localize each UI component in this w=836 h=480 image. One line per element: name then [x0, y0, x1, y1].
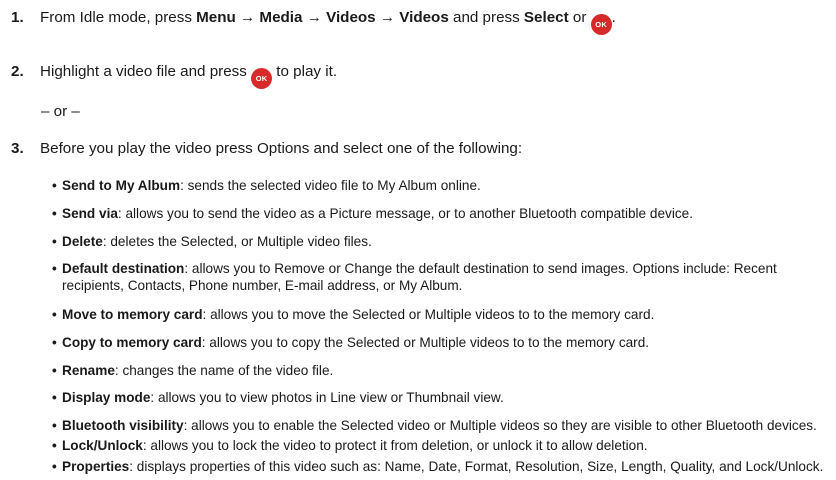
option-desc: : allows you to move the Selected or Mul…	[202, 307, 655, 322]
step-number: 2.	[11, 63, 24, 80]
option-desc: : sends the selected video file to My Al…	[180, 178, 481, 193]
bullet-icon: •	[52, 206, 57, 221]
bullet-icon: •	[52, 178, 57, 193]
option-desc: : allows you to enable the Selected vide…	[183, 418, 817, 433]
option-term: Copy to memory card	[62, 335, 202, 350]
step-text: Highlight a video file and press OK to p…	[40, 63, 337, 89]
option-term: Send via	[62, 206, 118, 221]
select-key: Select	[523, 9, 569, 26]
bullet-icon: •	[52, 261, 57, 276]
option-desc: : deletes the Selected, or Multiple vide…	[102, 234, 372, 249]
ok-key-icon: OK	[251, 68, 273, 89]
option-term: Lock/Unlock	[62, 438, 143, 453]
bullet-icon: •	[52, 234, 57, 249]
step-number: 3.	[11, 140, 24, 157]
step-text: Before you play the video press Options …	[40, 140, 523, 157]
option-desc: : changes the name of the video file.	[114, 363, 334, 378]
bullet-icon: •	[52, 307, 57, 322]
bullet-icon: •	[52, 418, 57, 433]
option-desc: : allows you to lock the video to protec…	[142, 438, 648, 453]
bullet-icon: •	[52, 335, 57, 350]
option-term: Default destination	[62, 261, 185, 276]
option-term: Properties	[62, 459, 130, 474]
option-term: Rename	[62, 363, 115, 378]
menu-path: Menu → Media → Videos → Videos	[196, 9, 449, 26]
step-number: 1.	[11, 9, 24, 26]
option-desc: : allows you to view photos in Line view…	[150, 390, 504, 405]
bullet-icon: •	[52, 363, 57, 378]
ok-key-icon: OK	[590, 14, 612, 35]
option-term: Bluetooth visibility	[62, 418, 184, 433]
or-separator: – or –	[41, 103, 80, 120]
option-desc: : allows you to send the video as a Pict…	[117, 206, 693, 221]
bullet-icon: •	[52, 459, 57, 474]
option-desc: : allows you to copy the Selected or Mul…	[201, 335, 650, 350]
option-term: Send to My Album	[62, 178, 181, 193]
step-text: From Idle mode, press Menu → Media → Vid…	[40, 9, 616, 35]
option-term: Delete	[62, 234, 103, 249]
option-desc: : displays properties of this video such…	[129, 459, 824, 474]
bullet-icon: •	[52, 438, 57, 453]
bullet-icon: •	[52, 390, 57, 405]
option-term: Move to memory card	[62, 307, 203, 322]
option-term: Display mode	[62, 390, 151, 405]
manual-page: 1. From Idle mode, press Menu → Media → …	[0, 0, 836, 480]
